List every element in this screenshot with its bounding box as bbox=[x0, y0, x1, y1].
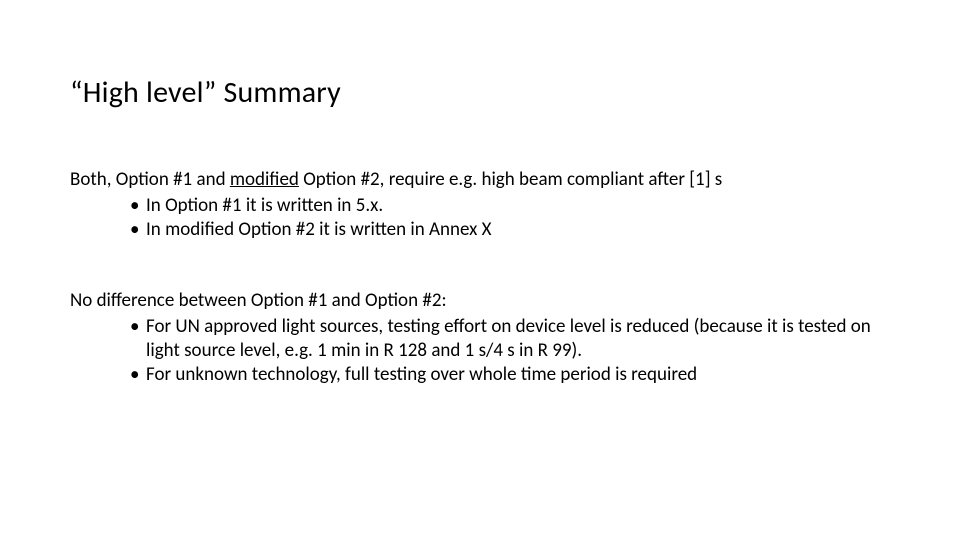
slide-title: “High level” Summary bbox=[70, 74, 341, 111]
list-item-text: For unknown technology, full testing ove… bbox=[146, 363, 697, 386]
list-item-text: In Option #1 it is written in 5.x. bbox=[146, 194, 383, 217]
text: Both, Option #1 and bbox=[70, 168, 230, 191]
paragraph-1: Both, Option #1 and modified Option #2, … bbox=[70, 168, 900, 241]
list-item: For unknown technology, full testing ove… bbox=[130, 363, 900, 387]
list-item: In modified Option #2 it is written in A… bbox=[130, 218, 900, 242]
list-item: For UN approved light sources, testing e… bbox=[130, 315, 900, 363]
list-item: In Option #1 it is written in 5.x. bbox=[130, 194, 900, 218]
list-item-text: For UN approved light sources, testing e… bbox=[146, 315, 871, 362]
paragraph-1-intro: Both, Option #1 and modified Option #2, … bbox=[70, 168, 900, 192]
slide-body: Both, Option #1 and modified Option #2, … bbox=[70, 168, 900, 434]
list-item-text: In modified Option #2 it is written in A… bbox=[146, 218, 492, 241]
paragraph-2-bullets: For UN approved light sources, testing e… bbox=[70, 315, 900, 386]
paragraph-2-intro: No difference between Option #1 and Opti… bbox=[70, 289, 900, 313]
text: Option #2, require e.g. high beam compli… bbox=[299, 168, 722, 191]
slide: “High level” Summary Both, Option #1 and… bbox=[0, 0, 960, 540]
underlined-word: modified bbox=[230, 168, 299, 191]
paragraph-2: No difference between Option #1 and Opti… bbox=[70, 289, 900, 386]
paragraph-1-bullets: In Option #1 it is written in 5.x. In mo… bbox=[70, 194, 900, 242]
